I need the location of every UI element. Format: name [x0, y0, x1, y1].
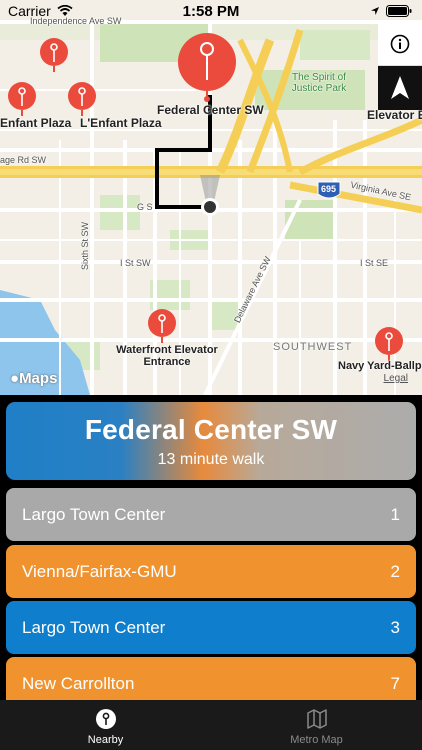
info-button[interactable]	[378, 22, 422, 66]
tab-bar: Nearby Metro Map	[0, 700, 422, 750]
highway-shield-label: 695	[321, 184, 337, 194]
train-row[interactable]: Largo Town Center 1	[6, 488, 416, 541]
wifi-icon	[57, 5, 73, 16]
station-label-federal-center[interactable]: Federal Center SW	[157, 103, 264, 117]
map-base	[0, 20, 422, 395]
info-icon	[390, 34, 410, 53]
street-label: G S	[137, 202, 153, 212]
location-arrow-icon	[371, 7, 379, 15]
station-label-waterfront[interactable]: Waterfront Elevator Entrance	[112, 344, 222, 368]
tab-metro-map[interactable]: Metro Map	[211, 700, 422, 750]
station-label[interactable]: Enfant Plaza	[0, 116, 71, 130]
destination-card[interactable]: Federal Center SW 13 minute walk	[6, 402, 416, 480]
tab-label: Nearby	[87, 734, 124, 746]
train-row[interactable]: Vienna/Fairfax-GMU 2	[6, 545, 416, 598]
train-row[interactable]: Largo Town Center 3	[6, 601, 416, 654]
park-label: The Spirit of Justice Park	[291, 72, 347, 94]
map-icon	[306, 709, 327, 729]
street-label: age Rd SW	[0, 155, 47, 165]
status-bar: Carrier 1:58 PM	[0, 0, 422, 22]
neighborhood-label: SOUTHWEST	[273, 341, 353, 353]
walk-time: 13 minute walk	[157, 450, 265, 468]
street-label: I St SW	[120, 258, 151, 268]
navigation-arrow-icon	[391, 76, 409, 99]
maps-logo: ●Maps	[10, 370, 57, 387]
map-view[interactable]: Carrier 1:58 PM Independence Ave SW Enfa…	[0, 0, 422, 395]
train-destination: New Carrollton	[22, 673, 135, 693]
tab-label: Metro Map	[290, 734, 343, 746]
pin-icon	[95, 709, 116, 729]
street-label: Sixth St SW	[80, 221, 90, 270]
station-label[interactable]: Elevator E	[367, 108, 422, 122]
maps-logo-text: Maps	[19, 370, 58, 387]
tab-nearby[interactable]: Nearby	[0, 700, 211, 750]
apple-logo-icon: ●	[10, 370, 20, 387]
station-name: Federal Center SW	[84, 413, 338, 445]
train-minutes: 3	[390, 617, 400, 637]
station-label-navy-yard[interactable]: Navy Yard-Ballp	[338, 360, 422, 372]
train-destination: Largo Town Center	[22, 617, 166, 637]
carrier-label: Carrier	[8, 3, 51, 19]
train-minutes: 7	[390, 673, 400, 693]
train-destination: Vienna/Fairfax-GMU	[22, 561, 177, 581]
battery-icon	[386, 5, 412, 17]
train-destination: Largo Town Center	[22, 504, 166, 524]
station-label[interactable]: L'Enfant Plaza	[80, 116, 162, 130]
street-label: I St SE	[360, 258, 389, 268]
train-minutes: 2	[390, 561, 400, 581]
map-controls	[378, 22, 422, 110]
legal-link[interactable]: Legal	[384, 373, 408, 384]
tracking-button[interactable]	[378, 66, 422, 110]
arrivals-panel: Federal Center SW 13 minute walk Largo T…	[0, 395, 422, 710]
train-minutes: 1	[390, 504, 400, 524]
